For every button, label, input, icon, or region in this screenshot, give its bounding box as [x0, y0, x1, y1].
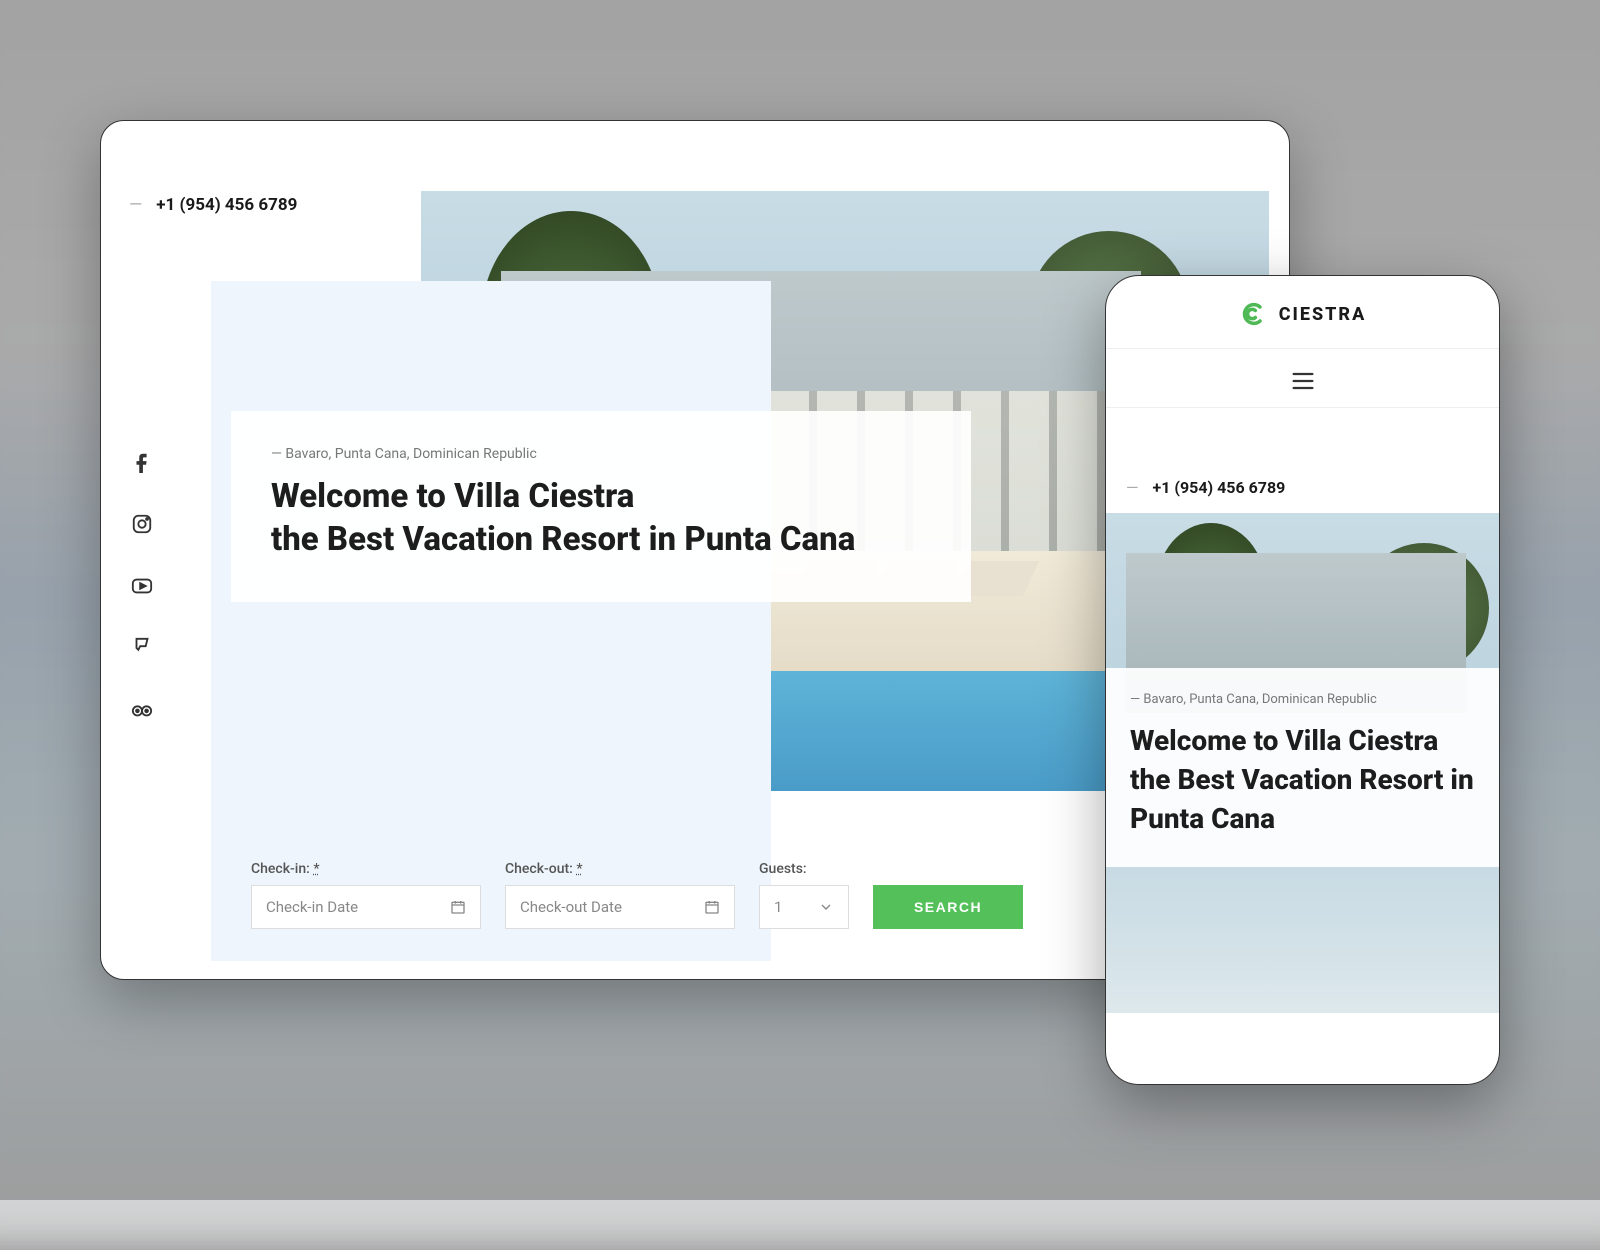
mobile-location-tag: — Bavaro, Punta Cana, Dominican Republic [1130, 692, 1475, 707]
instagram-icon[interactable] [131, 513, 153, 535]
checkin-input[interactable]: Check-in Date [251, 885, 481, 929]
mobile-header-phone[interactable]: — +1 (954) 456 6789 [1106, 408, 1499, 513]
checkin-label: Check-in: * [251, 861, 481, 877]
mobile-hero-image: — Bavaro, Punta Cana, Dominican Republic… [1106, 513, 1499, 1013]
guests-select[interactable]: 1 [759, 885, 849, 929]
welcome-overlay: — Bavaro, Punta Cana, Dominican Republic… [231, 411, 971, 602]
youtube-icon[interactable] [131, 575, 153, 597]
location-tag: — Bavaro, Punta Cana, Dominican Republic [271, 446, 931, 462]
dash-icon: — [1126, 478, 1139, 497]
phone-number: +1 (954) 456 6789 [156, 195, 297, 215]
checkout-label: Check-out: * [505, 861, 735, 877]
guests-value: 1 [774, 898, 782, 916]
search-button[interactable]: SEARCH [873, 885, 1023, 929]
mobile-preview-card: CIESTRA — +1 (954) 456 6789 — Bavaro, Pu… [1105, 275, 1500, 1085]
mobile-header: CIESTRA [1106, 276, 1499, 349]
dash-icon: — [129, 195, 142, 215]
header-phone[interactable]: — +1 (954) 456 6789 [129, 195, 297, 215]
guests-label: Guests: [759, 861, 849, 877]
logo-icon [1239, 300, 1267, 328]
checkout-placeholder: Check-out Date [520, 898, 622, 916]
brand-name: CIESTRA [1279, 304, 1367, 325]
checkout-input[interactable]: Check-out Date [505, 885, 735, 929]
calendar-icon [450, 899, 466, 915]
hamburger-icon[interactable] [1289, 367, 1317, 389]
foursquare-icon[interactable] [131, 637, 153, 659]
checkout-field-group: Check-out: * Check-out Date [505, 861, 735, 929]
booking-search-form: Check-in: * Check-in Date Check-out: * C… [251, 861, 1139, 929]
tripadvisor-icon[interactable] [131, 699, 153, 721]
chevron-down-icon [818, 899, 834, 915]
mobile-welcome-overlay: — Bavaro, Punta Cana, Dominican Republic… [1106, 668, 1499, 867]
social-icons-column [131, 451, 153, 721]
calendar-icon [704, 899, 720, 915]
checkin-field-group: Check-in: * Check-in Date [251, 861, 481, 929]
checkin-placeholder: Check-in Date [266, 898, 358, 916]
decorative-light-block [211, 281, 771, 961]
mobile-phone-number: +1 (954) 456 6789 [1153, 478, 1286, 497]
facebook-icon[interactable] [131, 451, 153, 473]
mobile-welcome-title: Welcome to Villa Ciestra the Best Vacati… [1130, 721, 1475, 839]
welcome-title: Welcome to Villa Ciestra the Best Vacati… [271, 476, 931, 562]
mobile-menu-bar [1106, 349, 1499, 408]
guests-field-group: Guests: 1 [759, 861, 849, 929]
